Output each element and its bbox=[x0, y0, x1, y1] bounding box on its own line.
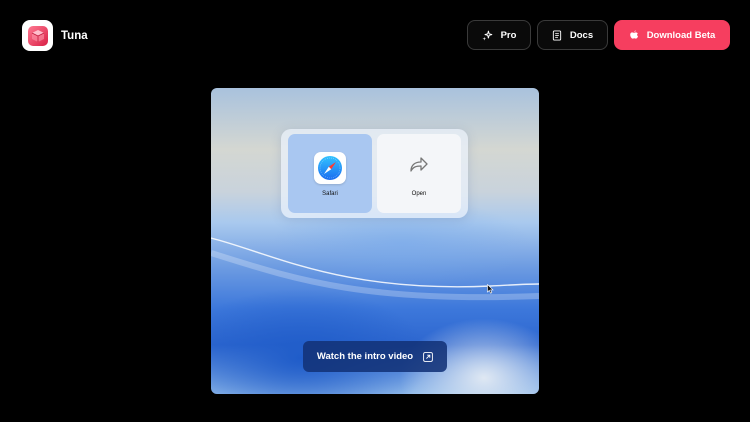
docs-button[interactable]: Docs bbox=[537, 20, 608, 50]
document-icon bbox=[552, 29, 561, 41]
mouse-cursor-icon bbox=[487, 284, 494, 294]
watch-intro-video-button[interactable]: Watch the intro video bbox=[303, 341, 447, 372]
sparkles-icon bbox=[482, 30, 492, 41]
share-item-safari[interactable]: Safari bbox=[288, 134, 372, 213]
apple-icon bbox=[629, 30, 638, 39]
pro-label: Pro bbox=[500, 29, 517, 41]
share-item-label: Safari bbox=[322, 191, 338, 197]
pro-button[interactable]: Pro bbox=[467, 20, 531, 50]
video-button-label: Watch the intro video bbox=[316, 351, 414, 362]
external-link-icon bbox=[423, 351, 433, 362]
share-panel: Safari Open bbox=[281, 129, 468, 218]
download-label: Download Beta bbox=[646, 29, 716, 41]
hero-demo: Safari Open Watch the intro video bbox=[211, 88, 539, 394]
docs-label: Docs bbox=[569, 29, 594, 41]
logo[interactable] bbox=[22, 20, 53, 51]
safari-icon bbox=[314, 152, 346, 184]
share-item-label: Open bbox=[411, 191, 427, 197]
brand-name[interactable]: Tuna bbox=[61, 30, 88, 42]
top-nav: Pro Docs Download Beta bbox=[467, 20, 730, 50]
brand[interactable]: Tuna bbox=[22, 20, 88, 51]
share-arrow-icon bbox=[410, 157, 428, 172]
cube-logo-icon bbox=[27, 25, 48, 46]
share-item-open[interactable]: Open bbox=[377, 134, 461, 213]
download-beta-button[interactable]: Download Beta bbox=[614, 20, 730, 50]
